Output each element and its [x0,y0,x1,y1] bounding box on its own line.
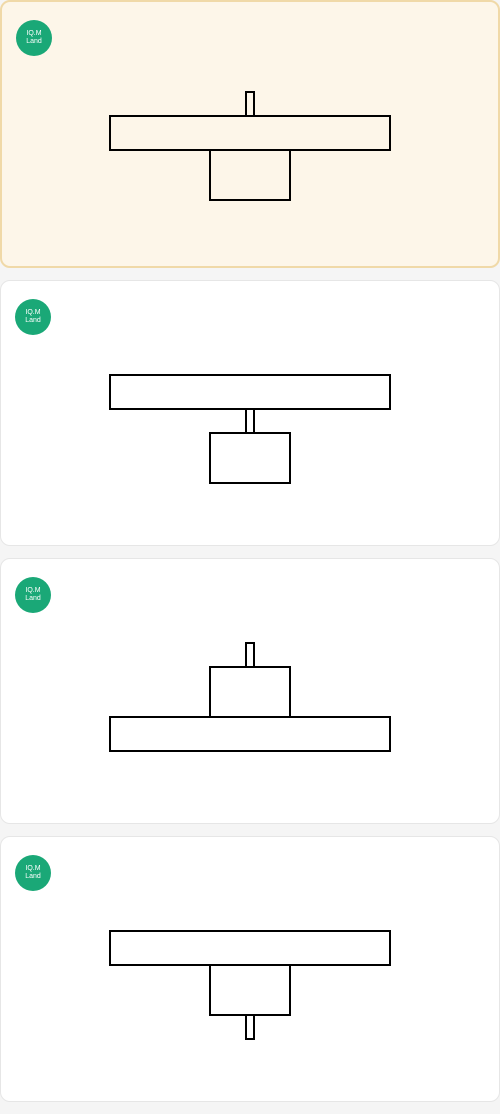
brand-badge: IQ.M Land [15,855,51,891]
diagram-a [16,62,484,242]
shape-drawing [70,897,430,1077]
diagram-d [15,897,485,1077]
diagram-c [15,619,485,799]
shape-drawing [70,341,430,521]
answer-option-a[interactable]: IQ.M Land [0,0,500,268]
answer-option-b[interactable]: IQ.M Land [0,280,500,546]
brand-badge: IQ.M Land [15,299,51,335]
shape-drawing [70,62,430,242]
answer-option-d[interactable]: IQ.M Land [0,836,500,1102]
answer-option-c[interactable]: IQ.M Land [0,558,500,824]
brand-badge: IQ.M Land [15,577,51,613]
badge-text: IQ.M Land [18,30,50,45]
brand-badge: IQ.M Land [16,20,52,56]
shape-drawing [70,619,430,799]
badge-text: IQ.M Land [17,309,49,324]
badge-text: IQ.M Land [17,587,49,602]
diagram-b [15,341,485,521]
badge-text: IQ.M Land [17,865,49,880]
